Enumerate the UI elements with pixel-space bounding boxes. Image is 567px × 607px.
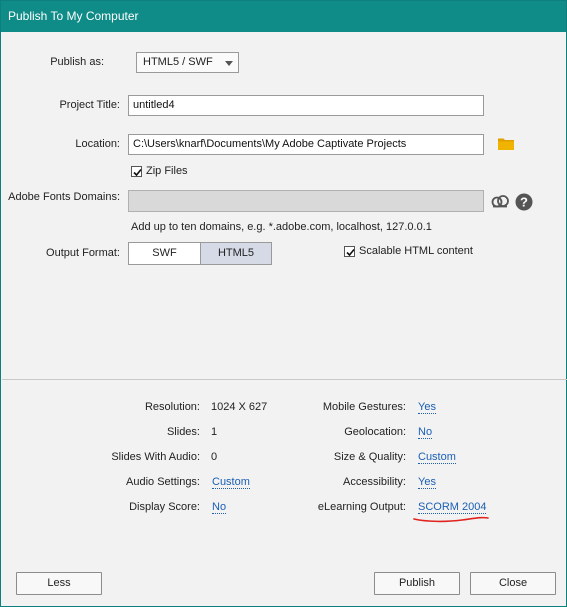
chevron-down-icon [225, 61, 233, 66]
help-icon[interactable]: ? [515, 193, 533, 214]
less-button[interactable]: Less [16, 572, 102, 595]
svg-text:?: ? [520, 195, 528, 210]
size-quality-label: Size & Quality: [333, 451, 406, 463]
display-score-label: Display Score: [129, 501, 200, 513]
scalable-html-label: Scalable HTML content [359, 245, 473, 257]
accessibility-link[interactable]: Yes [418, 476, 436, 489]
resolution-label: Resolution: [144, 401, 200, 413]
output-format-html5[interactable]: HTML5 [200, 242, 272, 265]
zip-files-label: Zip Files [146, 165, 188, 177]
publish-as-select[interactable]: HTML5 / SWF [136, 52, 239, 73]
creative-cloud-icon[interactable] [490, 193, 510, 212]
slides-with-audio-value: 0 [211, 451, 218, 463]
resolution-value: 1024 X 627 [211, 401, 268, 413]
slides-with-audio-label: Slides With Audio: [111, 451, 200, 463]
publish-dialog: Publish To My Computer Publish as: HTML5… [0, 0, 567, 607]
section-divider [2, 379, 567, 380]
output-format-label: Output Format: [46, 247, 120, 259]
output-format-swf[interactable]: SWF [128, 242, 201, 265]
publish-as-label: Publish as: [50, 56, 104, 68]
fonts-domains-hint: Add up to ten domains, e.g. *.adobe.com,… [131, 221, 432, 233]
audio-settings-label: Audio Settings: [126, 476, 200, 488]
title-bar: Publish To My Computer [1, 1, 566, 32]
location-input[interactable]: C:\Users\knarf\Documents\My Adobe Captiv… [128, 134, 484, 155]
zip-files-checkbox[interactable] [131, 166, 142, 177]
geolocation-link[interactable]: No [418, 426, 433, 439]
publish-as-value: HTML5 / SWF [143, 56, 213, 68]
elearning-output-link[interactable]: SCORM 2004 [418, 501, 487, 514]
folder-icon[interactable] [498, 137, 514, 153]
publish-button[interactable]: Publish [374, 572, 460, 595]
elearning-output-label: eLearning Output: [317, 501, 406, 513]
red-underline-annotation [413, 516, 489, 523]
slides-label: Slides: [166, 426, 200, 438]
fonts-domains-label: Adobe Fonts Domains: [8, 191, 120, 203]
window-title: Publish To My Computer [8, 9, 139, 23]
mobile-gestures-label: Mobile Gestures: [322, 401, 406, 413]
display-score-link[interactable]: No [212, 501, 227, 514]
location-label: Location: [75, 138, 120, 150]
accessibility-label: Accessibility: [343, 476, 406, 488]
size-quality-link[interactable]: Custom [418, 451, 456, 464]
fonts-domains-input[interactable] [128, 190, 484, 212]
project-title-label: Project Title: [59, 99, 120, 111]
close-button[interactable]: Close [470, 572, 556, 595]
slides-value: 1 [211, 426, 218, 438]
scalable-html-checkbox[interactable] [344, 246, 355, 257]
mobile-gestures-link[interactable]: Yes [418, 401, 436, 414]
geolocation-label: Geolocation: [344, 426, 406, 438]
project-title-input[interactable]: untitled4 [128, 95, 484, 116]
audio-settings-link[interactable]: Custom [212, 476, 250, 489]
